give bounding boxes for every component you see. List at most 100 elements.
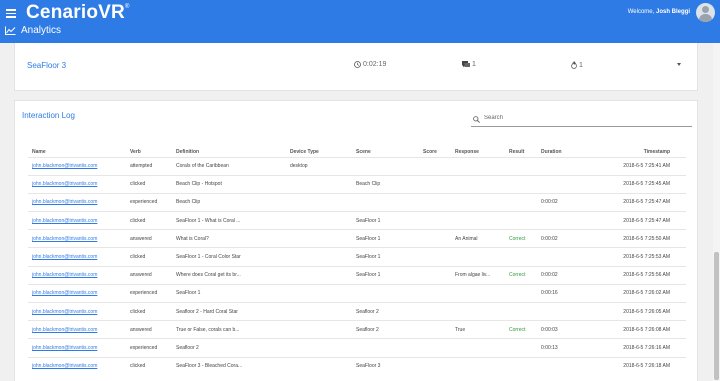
column-header-name[interactable]: Name <box>28 148 126 157</box>
cell-score <box>419 338 451 358</box>
cell-duration: 0:00:02 <box>537 265 580 285</box>
search-field[interactable] <box>471 114 692 127</box>
cell-scene: SeaFloor 1 <box>352 229 419 248</box>
cell-response: True <box>451 320 505 339</box>
cell-response <box>451 301 505 321</box>
cell-verb: attempted <box>126 156 172 176</box>
scene-summary-card: SeaFloor 3 0:02:19 1 1 <box>14 43 698 91</box>
app-logo[interactable]: CenarioVR® <box>26 2 130 24</box>
cell-definition: SeaFloor 1 - Coral Color Star <box>172 247 286 267</box>
interaction-log-title: Interaction Log <box>22 111 75 120</box>
cell-scene: SeaFloor 1 <box>352 265 419 285</box>
cell-score <box>419 211 451 230</box>
cell-verb: experienced <box>126 283 172 303</box>
cell-result <box>505 174 537 194</box>
cell-score <box>419 301 451 321</box>
interactions-value: 1 <box>472 61 476 68</box>
cell-response <box>451 174 505 194</box>
cell-device-type <box>286 320 352 339</box>
scrollbar-thumb[interactable] <box>714 252 719 380</box>
cell-scene: Seafloor 2 <box>352 301 419 321</box>
cell-device-type <box>286 338 352 358</box>
cell-timestamp: 2018-6-5 7:25:53 AM <box>580 247 686 267</box>
cell-timestamp: 2018-6-5 7:26:08 AM <box>580 320 686 339</box>
search-input[interactable] <box>484 115 684 121</box>
cell-device-type <box>286 192 352 212</box>
chat-icon <box>462 61 470 68</box>
cell-verb: clicked <box>126 174 172 194</box>
clock-icon <box>354 61 361 68</box>
cell-name[interactable]: john.blackmon@trivantis.com <box>28 320 126 339</box>
menu-icon[interactable] <box>6 9 16 18</box>
table-row: john.blackmon@trivantis.com experienced Se… <box>28 338 686 358</box>
cell-response <box>451 247 505 267</box>
column-header-score[interactable]: Score <box>419 148 451 157</box>
cell-verb: experienced <box>126 338 172 358</box>
cell-name[interactable]: john.blackmon@trivantis.com <box>28 301 126 321</box>
table-body: john.blackmon@trivantis.com attempted Cora… <box>28 156 686 376</box>
cell-duration: 0:00:02 <box>537 229 580 248</box>
cell-result: Correct <box>505 229 537 248</box>
cell-definition: Seafloor 2 - Hard Coral Star <box>172 301 286 321</box>
cell-name[interactable]: john.blackmon@trivantis.com <box>28 229 126 248</box>
cell-device-type <box>286 265 352 285</box>
cell-name[interactable]: john.blackmon@trivantis.com <box>28 156 126 176</box>
cell-verb: answered <box>126 229 172 248</box>
trophy-icon <box>571 61 577 69</box>
cell-definition: What is Coral? <box>172 229 286 248</box>
cell-name[interactable]: john.blackmon@trivantis.com <box>28 338 126 358</box>
scene-score: 1 <box>571 61 583 69</box>
column-header-verb[interactable]: Verb <box>126 148 172 157</box>
cell-name[interactable]: john.blackmon@trivantis.com <box>28 247 126 267</box>
cell-timestamp: 2018-6-5 7:26:05 AM <box>580 301 686 321</box>
cell-device-type <box>286 229 352 248</box>
logo-text: CenarioVR <box>26 2 125 23</box>
cell-definition: Seafloor 2 <box>172 338 286 358</box>
column-header-result[interactable]: Result <box>505 148 537 157</box>
cell-name[interactable]: john.blackmon@trivantis.com <box>28 192 126 212</box>
page-scrollbar[interactable] <box>713 43 720 381</box>
column-header-scene[interactable]: Scene <box>352 148 419 157</box>
cell-verb: clicked <box>126 247 172 267</box>
cell-device-type <box>286 301 352 321</box>
cell-scene: SeaFloor 3 <box>352 356 419 376</box>
cell-response: From algae liv... <box>451 265 505 285</box>
expand-chevron-icon[interactable] <box>677 63 681 66</box>
welcome-message: Welcome, Josh Bleggi <box>628 9 690 15</box>
welcome-label: Welcome, <box>627 9 655 15</box>
cell-name[interactable]: john.blackmon@trivantis.com <box>28 211 126 230</box>
cell-name[interactable]: john.blackmon@trivantis.com <box>28 356 126 376</box>
cell-name[interactable]: john.blackmon@trivantis.com <box>28 265 126 285</box>
cell-timestamp: 2018-6-5 7:26:02 AM <box>580 283 686 303</box>
column-header-response[interactable]: Response <box>451 148 505 157</box>
cell-name[interactable]: john.blackmon@trivantis.com <box>28 174 126 194</box>
column-header-timestamp[interactable]: Timestamp <box>580 148 686 157</box>
cell-timestamp: 2018-6-5 7:25:45 AM <box>580 174 686 194</box>
scene-name-link[interactable]: SeaFloor 3 <box>27 61 66 70</box>
cell-timestamp: 2018-6-5 7:25:50 AM <box>580 229 686 248</box>
cell-scene <box>352 283 419 303</box>
table-row: john.blackmon@trivantis.com clicked SeaFlo… <box>28 247 686 267</box>
column-header-duration[interactable]: Duration <box>537 148 580 157</box>
cell-score <box>419 356 451 376</box>
table-row: john.blackmon@trivantis.com experienced Be… <box>28 192 686 212</box>
cell-result: Correct <box>505 320 537 339</box>
column-header-definition[interactable]: Definition <box>172 148 286 157</box>
column-header-device-type[interactable]: Device Type <box>286 148 352 157</box>
cell-result <box>505 356 537 376</box>
cell-definition: SeaFloor 3 - Bleached Cora... <box>172 356 286 376</box>
cell-result <box>505 211 537 230</box>
cell-score <box>419 265 451 285</box>
analytics-chart-icon <box>5 26 16 35</box>
user-avatar[interactable] <box>696 3 715 22</box>
cell-name[interactable]: john.blackmon@trivantis.com <box>28 283 126 303</box>
table-row: john.blackmon@trivantis.com clicked Beach … <box>28 174 686 194</box>
top-bar: CenarioVR® Analytics Welcome, Josh Blegg… <box>0 0 720 43</box>
cell-device-type <box>286 174 352 194</box>
scene-interactions: 1 <box>462 61 476 68</box>
cell-verb: clicked <box>126 356 172 376</box>
cell-result <box>505 156 537 176</box>
cell-scene <box>352 156 419 176</box>
table-row: john.blackmon@trivantis.com clicked SeaFlo… <box>28 211 686 230</box>
cell-result <box>505 192 537 212</box>
